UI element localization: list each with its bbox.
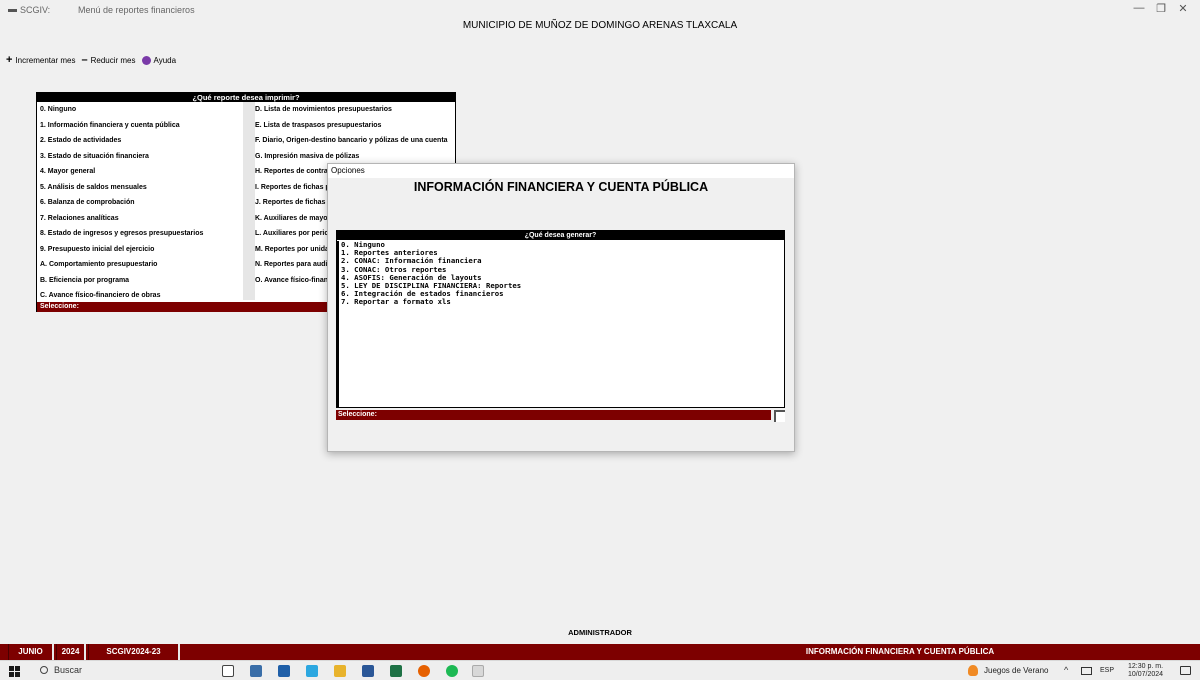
summer-games-icon[interactable] (968, 665, 978, 676)
windows-start-icon[interactable] (9, 666, 20, 677)
status-current-report: INFORMACIÓN FINANCIERA Y CUENTA PÚBLICA (805, 647, 995, 656)
app-icon (8, 9, 17, 12)
window-titlebar: SCGIV: Menú de reportes financieros — ❐ … (0, 0, 1200, 22)
report-item-4[interactable]: 4. Mayor general (37, 164, 242, 180)
increment-month-button[interactable]: + Incrementar mes (6, 54, 76, 66)
report-item-7[interactable]: 7. Relaciones analíticas (37, 211, 242, 227)
report-item-3[interactable]: 3. Estado de situación financiera (37, 149, 242, 165)
calculator-app-icon[interactable] (250, 665, 262, 677)
report-item-0[interactable]: 0. Ninguno (37, 102, 242, 118)
generate-options-header: ¿Qué desea generar? (337, 231, 784, 240)
status-database: SCGIV2024-23 (88, 644, 180, 660)
word-app-icon[interactable] (362, 665, 374, 677)
status-bar: JUNIO 2024 SCGIV2024-23 INFORMACIÓN FINA… (0, 644, 1200, 660)
decrement-month-button[interactable]: – Reducir mes (81, 54, 136, 66)
increment-month-label: Incrementar mes (15, 55, 76, 65)
window-title: Menú de reportes financieros (78, 5, 195, 15)
status-year: 2024 (56, 644, 86, 660)
decrement-month-label: Reducir mes (90, 55, 136, 65)
generate-select-input[interactable] (774, 410, 785, 422)
firefox-app-icon[interactable] (418, 665, 430, 677)
report-item-5[interactable]: 5. Análisis de saldos mensuales (37, 180, 242, 196)
report-item-b[interactable]: B. Eficiencia por programa (37, 273, 242, 289)
task-view-icon[interactable] (222, 665, 234, 677)
report-item-e[interactable]: E. Lista de traspasos presupuestarios (252, 118, 455, 134)
options-dialog: Opciones INFORMACIÓN FINANCIERA Y CUENTA… (327, 163, 795, 452)
help-label: Ayuda (153, 55, 177, 65)
help-button[interactable]: Ayuda (141, 55, 177, 65)
notification-icon[interactable] (1180, 666, 1191, 675)
network-icon[interactable] (1081, 667, 1092, 675)
report-menu-left-column: 0. Ninguno 1. Información financiera y c… (37, 102, 242, 304)
maximize-button[interactable]: ❐ (1150, 2, 1172, 15)
status-month: JUNIO (8, 644, 54, 660)
clock-date: 10/07/2024 (1128, 671, 1164, 678)
help-book-icon (141, 55, 151, 65)
app-name: SCGIV: (20, 5, 51, 15)
clock-time: 12:30 p. m. (1128, 663, 1164, 670)
taskbar-clock[interactable]: 12:30 p. m. 10/07/2024 (1128, 663, 1163, 679)
minimize-button[interactable]: — (1128, 2, 1150, 14)
windows-taskbar: Buscar Juegos de Verano ^ ESP 12:30 p. m… (0, 660, 1200, 680)
spotify-app-icon[interactable] (446, 665, 458, 677)
generate-options-panel: ¿Qué desea generar? 0. Ninguno 1. Report… (336, 230, 785, 408)
chevron-up-icon[interactable]: ^ (1064, 665, 1068, 675)
language-indicator[interactable]: ESP (1100, 667, 1114, 674)
close-button[interactable]: ✕ (1172, 2, 1194, 15)
report-item-g[interactable]: G. Impresión masiva de pólizas (252, 149, 455, 165)
excel-app-icon[interactable] (390, 665, 402, 677)
report-item-d[interactable]: D. Lista de movimientos presupuestarios (252, 102, 455, 118)
taskbar-search-label[interactable]: Buscar (54, 665, 82, 675)
search-icon[interactable] (40, 666, 48, 674)
report-item-8[interactable]: 8. Estado de ingresos y egresos presupue… (37, 226, 242, 242)
scgiv-app-icon[interactable] (472, 665, 484, 677)
list-left-border (337, 241, 339, 408)
options-dialog-heading: INFORMACIÓN FINANCIERA Y CUENTA PÚBLICA (413, 180, 709, 194)
edge-browser-icon[interactable] (278, 665, 290, 677)
report-item-f[interactable]: F. Diario, Origen-destino bancario y pól… (252, 133, 455, 149)
report-item-1[interactable]: 1. Información financiera y cuenta públi… (37, 118, 242, 134)
user-role-label: ADMINISTRADOR (568, 628, 632, 637)
generate-select-prompt: Seleccione: (336, 410, 771, 420)
report-menu-header: ¿Qué reporte desea imprimir? (37, 93, 455, 102)
plus-icon: + (6, 54, 13, 66)
report-item-9[interactable]: 9. Presupuesto inicial del ejercicio (37, 242, 242, 258)
report-item-a[interactable]: A. Comportamiento presupuestario (37, 257, 242, 273)
file-explorer-icon[interactable] (334, 665, 346, 677)
generate-option-7[interactable]: 7. Reportar a formato xls (337, 298, 784, 306)
store-app-icon[interactable] (306, 665, 318, 677)
municipality-title: MUNICIPIO DE MUÑOZ DE DOMINGO ARENAS TLA… (462, 20, 738, 31)
report-item-2[interactable]: 2. Estado de actividades (37, 133, 242, 149)
report-item-6[interactable]: 6. Balanza de comprobación (37, 195, 242, 211)
options-dialog-titlebar: Opciones (328, 164, 794, 178)
minus-icon: – (81, 54, 88, 66)
tray-app-label[interactable]: Juegos de Verano (984, 666, 1049, 675)
toolbar: + Incrementar mes – Reducir mes Ayuda (6, 53, 182, 67)
